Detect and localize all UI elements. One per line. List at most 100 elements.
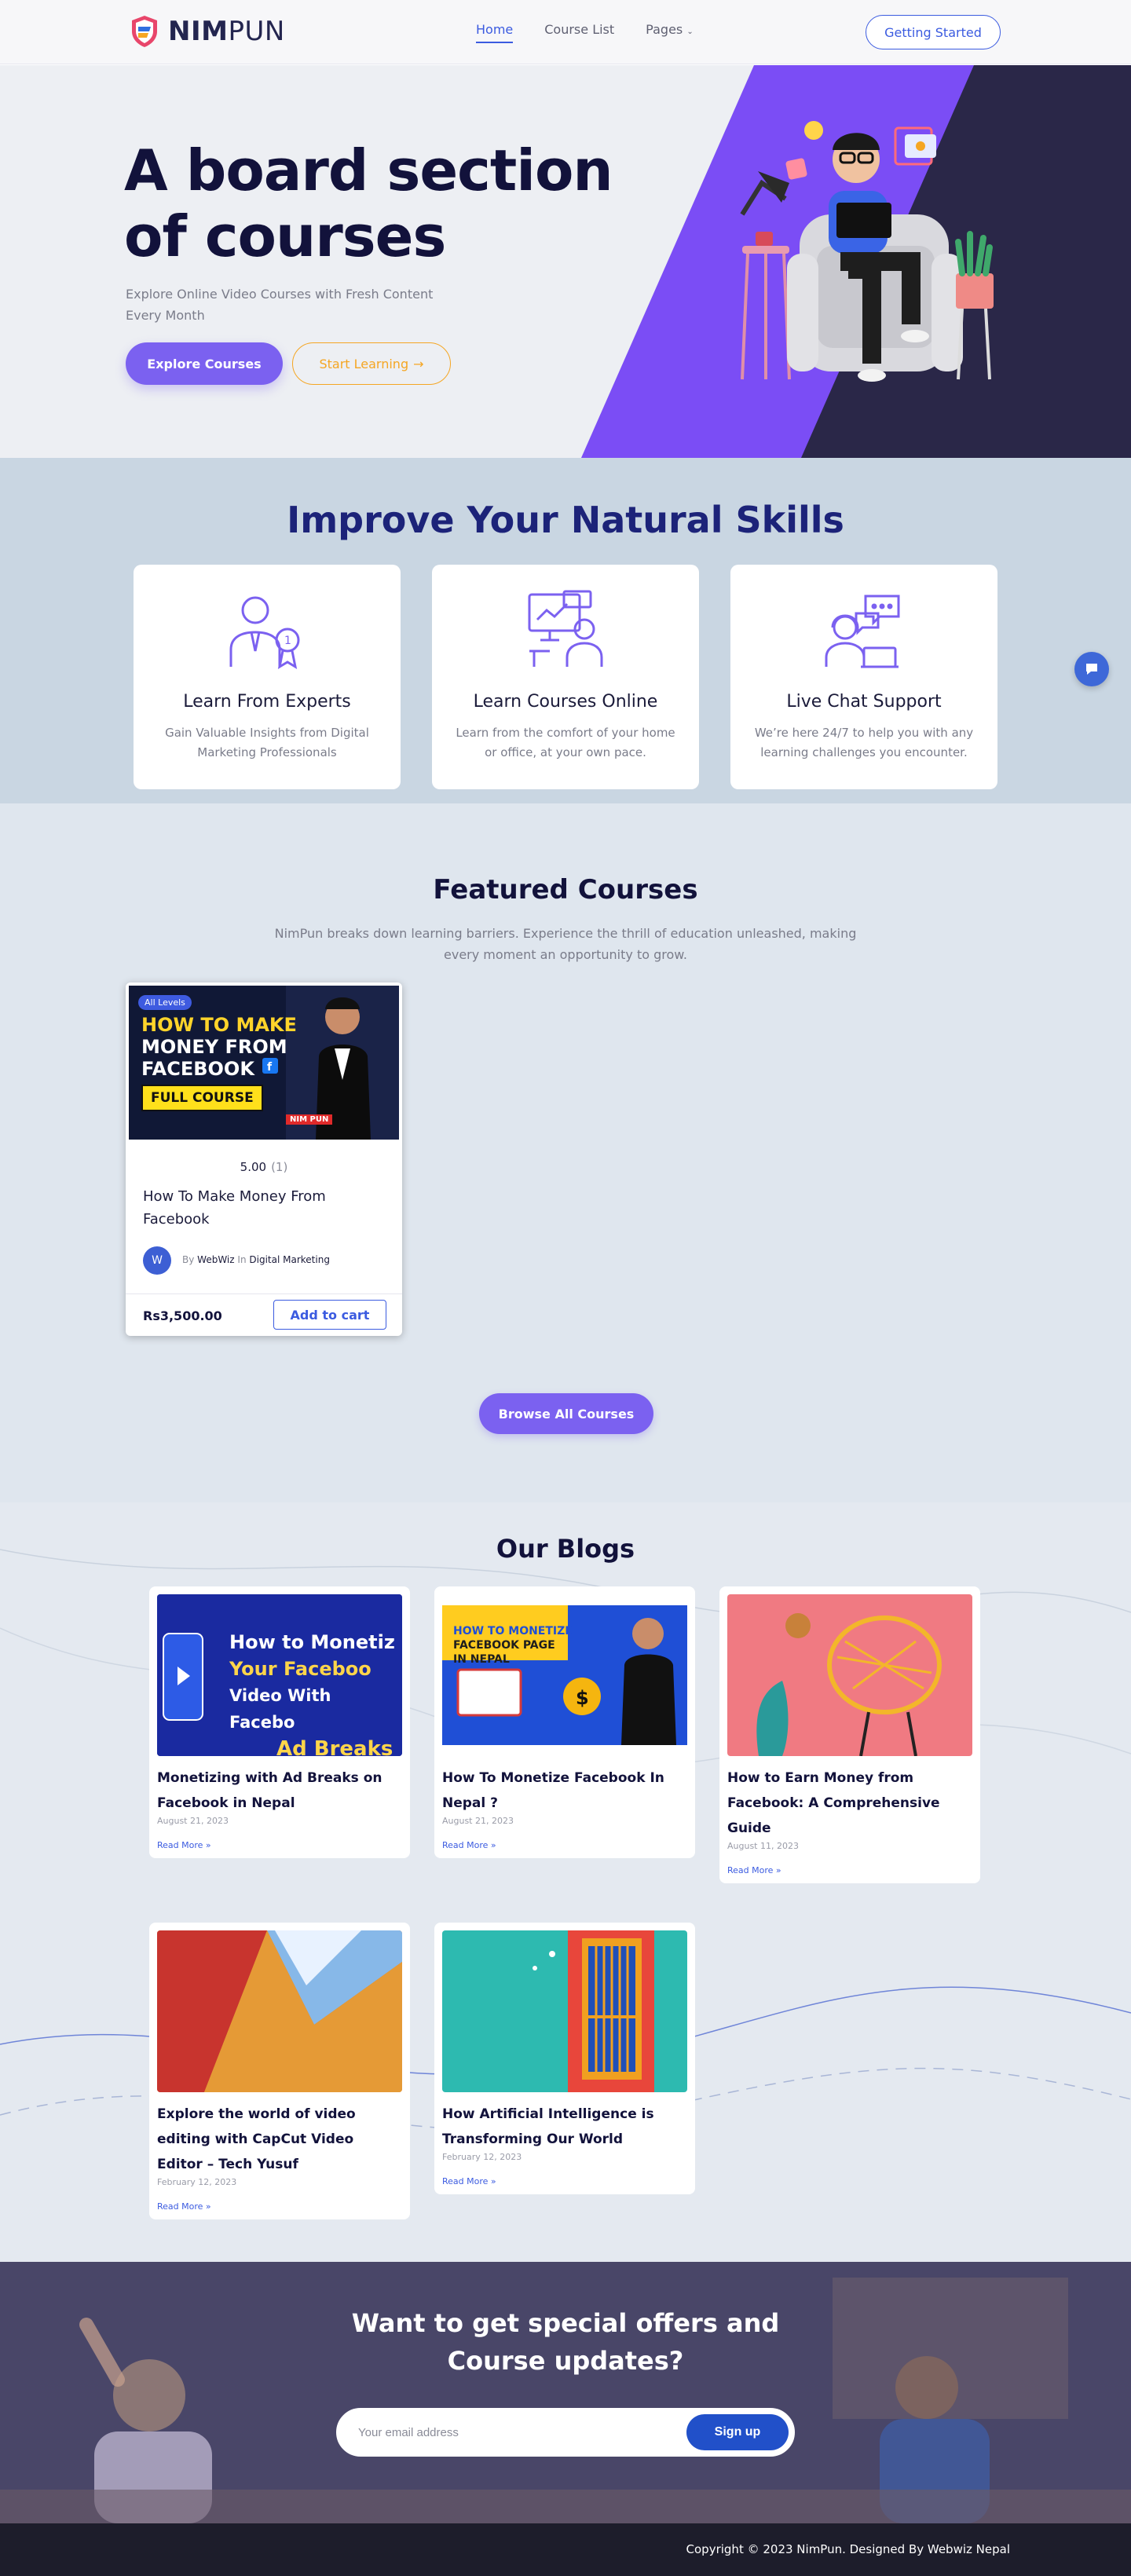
blog-image-text: How to Monetiz Your Faceboo Video With F… [229, 1631, 395, 1756]
shield-logo-icon [132, 16, 157, 47]
blog-title[interactable]: How to Earn Money from Facebook: A Compr… [727, 1766, 972, 1841]
svg-text:$: $ [576, 1687, 589, 1709]
logo-text: NIMPUN [168, 16, 285, 47]
svg-text:1: 1 [284, 635, 291, 647]
nav-home[interactable]: Home [476, 22, 514, 43]
logo[interactable]: NIMPUN [129, 14, 285, 49]
blog-date: August 11, 2023 [727, 1841, 799, 1851]
blog-card[interactable]: How to Earn Money from Facebook: A Compr… [719, 1586, 980, 1883]
course-thumbnail[interactable]: f All Levels HOW TO MAKE MONEY FROM FACE… [129, 986, 399, 1140]
nav-course-list[interactable]: Course List [544, 22, 614, 37]
skill-card-support: Live Chat Support We’re here 24/7 to hel… [730, 565, 997, 789]
chat-button[interactable] [1074, 652, 1109, 686]
main-menu: Home Course List Pages ⌄ [476, 22, 694, 43]
blog-card[interactable]: How Artificial Intelligence is Transform… [434, 1923, 695, 2194]
thumbnail-line-1: HOW TO MAKE [141, 1014, 297, 1036]
getting-started-button[interactable]: Getting Started [866, 15, 1001, 49]
blog-image[interactable] [442, 1930, 687, 2092]
newsletter-title: Want to get special offers and Course up… [351, 2308, 780, 2376]
blog-title[interactable]: How Artificial Intelligence is Transform… [442, 2102, 687, 2152]
blog-date: August 21, 2023 [442, 1816, 514, 1826]
read-more-link[interactable]: Read More » [157, 2201, 402, 2212]
thumbnail-line-3: FACEBOOK [141, 1058, 254, 1080]
browse-all-courses-button[interactable]: Browse All Courses [479, 1393, 653, 1434]
skills-title: Improve Your Natural Skills [287, 499, 844, 541]
newsletter-section: Want to get special offers and Course up… [0, 2262, 1131, 2523]
chevron-down-icon: ⌄ [686, 27, 694, 36]
skill-desc: Gain Valuable Insights from Digital Mark… [165, 726, 369, 759]
rating-value: 5.00 [240, 1160, 267, 1174]
arrow-right-icon: → [413, 356, 424, 371]
course-card[interactable]: f All Levels HOW TO MAKE MONEY FROM FACE… [126, 982, 402, 1336]
blog-image-art [442, 1930, 687, 2092]
featured-courses-section: Featured Courses NimPun breaks down lear… [0, 803, 1131, 1502]
explore-courses-button[interactable]: Explore Courses [126, 342, 283, 385]
thumbnail-pill: FULL COURSE [141, 1085, 263, 1111]
blog-title[interactable]: Explore the world of video editing with … [157, 2102, 402, 2177]
blog-card[interactable]: $ HOW TO MONETIZE FACEBOOK PAGE IN NEPAL… [434, 1586, 695, 1858]
copyright-text: Copyright © 2023 NimPun. Designed By Web… [686, 2542, 1010, 2556]
category-link[interactable]: Digital Marketing [249, 1254, 330, 1265]
author-avatar: W [143, 1246, 171, 1275]
read-more-link[interactable]: Read More » [442, 2176, 687, 2186]
blogs-title: Our Blogs [496, 1534, 635, 1564]
start-learning-label: Start Learning [319, 356, 409, 371]
skill-title: Live Chat Support [786, 692, 942, 712]
skill-card-online: Learn Courses Online Learn from the comf… [432, 565, 699, 789]
read-more-link[interactable]: Read More » [157, 1840, 402, 1850]
featured-subtitle: NimPun breaks down learning barriers. Ex… [274, 926, 857, 962]
blog-image[interactable] [157, 1930, 402, 2092]
hero-section: A board section of courses Explore Onlin… [0, 65, 1131, 458]
sign-up-button[interactable]: Sign up [686, 2414, 789, 2450]
blog-image-art [157, 1930, 402, 2092]
author-line: By WebWiz In Digital Marketing [182, 1254, 330, 1265]
course-title[interactable]: How To Make Money From Facebook [143, 1185, 379, 1231]
rating-count: (1) [271, 1160, 288, 1174]
read-more-link[interactable]: Read More » [727, 1865, 972, 1875]
by-label: By [182, 1254, 195, 1265]
blog-title[interactable]: Monetizing with Ad Breaks on Facebook in… [157, 1766, 402, 1816]
skill-desc: We’re here 24/7 to help you with any lea… [754, 726, 974, 759]
featured-title: Featured Courses [433, 874, 698, 906]
blog-image-art: $ [442, 1605, 687, 1745]
nav-pages-label: Pages [646, 22, 683, 37]
classroom-background-image [0, 2262, 1131, 2523]
blog-date: August 21, 2023 [157, 1816, 229, 1826]
add-to-cart-button[interactable]: Add to cart [273, 1300, 386, 1330]
blog-card[interactable]: How to Monetiz Your Faceboo Video With F… [149, 1586, 410, 1858]
blog-card[interactable]: Explore the world of video editing with … [149, 1923, 410, 2219]
hero-subtitle: Explore Online Video Courses with Fresh … [126, 287, 434, 323]
read-more-link[interactable]: Read More » [442, 1840, 687, 1850]
blog-image[interactable]: $ HOW TO MONETIZE FACEBOOK PAGE IN NEPAL [442, 1594, 687, 1756]
blog-image[interactable]: How to Monetiz Your Faceboo Video With F… [157, 1594, 402, 1756]
newsletter-form: Sign up [336, 2408, 795, 2457]
skill-title: Learn Courses Online [473, 692, 658, 712]
blogs-section: Our Blogs How to Monetiz Your Faceboo Vi… [0, 1502, 1131, 2262]
blog-image[interactable] [727, 1594, 972, 1756]
blog-date: February 12, 2023 [157, 2177, 237, 2187]
start-learning-button[interactable]: Start Learning → [292, 342, 451, 385]
thumbnail-brand: NIM PUN [286, 1114, 333, 1125]
chat-bubble-icon [1086, 664, 1097, 675]
skill-desc: Learn from the comfort of your home or o… [456, 726, 675, 759]
thumbnail-headline: HOW TO MAKE MONEY FROM FACEBOOK [141, 1014, 297, 1080]
skill-card-experts: 1 Learn From Experts Gain Valuable Insig… [134, 565, 401, 789]
top-navbar: NIMPUN Home Course List Pages ⌄ Getting … [0, 0, 1131, 64]
thumbnail-line-2: MONEY FROM [141, 1036, 287, 1058]
skill-title: Learn From Experts [183, 692, 351, 712]
divider [126, 1293, 402, 1294]
course-price: Rs3,500.00 [143, 1308, 222, 1323]
level-badge: All Levels [138, 995, 192, 1010]
online-presentation-icon [528, 590, 603, 667]
hero-title: A board section of courses [124, 137, 613, 269]
nav-pages[interactable]: Pages ⌄ [646, 22, 694, 37]
blog-title[interactable]: How To Monetize Facebook In Nepal ? [442, 1766, 687, 1816]
email-field[interactable] [358, 2411, 672, 2453]
blog-image-art [727, 1594, 972, 1756]
in-label: In [237, 1254, 247, 1265]
blog-image-text: HOW TO MONETIZE FACEBOOK PAGE IN NEPAL [453, 1625, 573, 1666]
author-link[interactable]: WebWiz [197, 1254, 234, 1265]
blog-date: February 12, 2023 [442, 2152, 522, 2162]
footer: Copyright © 2023 NimPun. Designed By Web… [0, 2523, 1131, 2576]
expert-award-icon: 1 [229, 596, 300, 670]
